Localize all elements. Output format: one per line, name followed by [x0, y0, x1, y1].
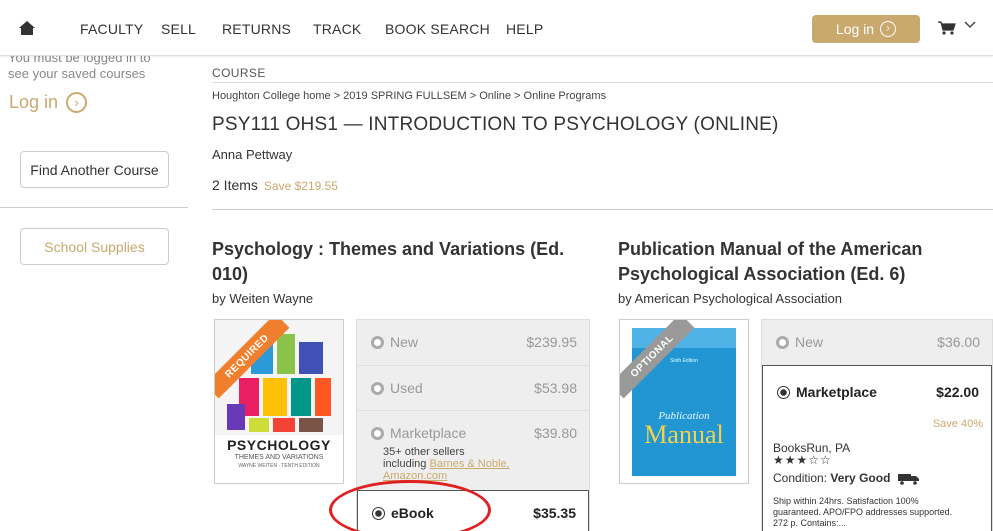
sidebar-login-link[interactable]: Log in ›: [9, 92, 88, 113]
book-title-line: Publication Manual of the American: [618, 239, 923, 259]
nav-returns[interactable]: RETURNS: [222, 21, 291, 37]
condition-line: Condition: Very Good: [773, 471, 920, 485]
radio-button-selected[interactable]: [777, 385, 790, 399]
option-price: $22.00: [936, 384, 979, 400]
breadcrumb[interactable]: Houghton College home > 2019 SPRING FULL…: [212, 90, 606, 102]
description-line: Ship within 24hrs. Satisfaction 100%: [773, 496, 919, 506]
book-cover-frame[interactable]: OPTIONAL Sixth Edition Publication Manua…: [619, 319, 749, 484]
cart-icon[interactable]: [938, 21, 956, 35]
book-title[interactable]: Publication Manual of the American Psych…: [618, 237, 922, 287]
nav-faculty[interactable]: FACULTY: [80, 21, 143, 37]
top-navigation: FACULTY SELL RETURNS TRACK BOOK SEARCH H…: [0, 0, 993, 56]
divider: [212, 82, 993, 83]
arrow-circle-icon: ›: [880, 21, 897, 37]
login-button[interactable]: Log in ›: [812, 15, 920, 43]
option-used[interactable]: Used $53.98: [357, 365, 589, 410]
instructor-name: Anna Pettway: [212, 147, 293, 162]
radio-button[interactable]: [776, 335, 789, 349]
arrow-circle-icon: ›: [66, 92, 88, 113]
book-title-line: 010): [212, 264, 249, 284]
book-title-line: Psychology : Themes and Variations (Ed.: [212, 239, 565, 259]
nav-sell[interactable]: SELL: [161, 21, 196, 37]
nav-help[interactable]: HELP: [506, 21, 543, 37]
description-line: 272 p. Contains:...: [773, 518, 847, 528]
option-new[interactable]: New $239.95: [357, 320, 589, 365]
notice-line-2: see your saved courses: [8, 66, 146, 81]
items-summary: 2 Items Save $219.55: [212, 177, 338, 193]
option-price: $36.00: [937, 334, 980, 350]
section-label: COURSE: [212, 66, 266, 80]
option-name: New: [390, 334, 419, 350]
sidebar-login-label: Log in: [9, 92, 59, 112]
condition-value: Very Good: [830, 471, 891, 485]
option-marketplace[interactable]: Marketplace $22.00 Save 40% BooksRun, PA…: [762, 365, 992, 531]
book-cover-image: [620, 320, 748, 483]
option-name: Used: [390, 380, 423, 396]
seller-list-prefix: including: [383, 458, 430, 470]
option-name: Marketplace: [390, 425, 467, 441]
home-icon[interactable]: [19, 21, 35, 35]
seller-rating: ★★★☆☆: [773, 453, 832, 467]
book-title[interactable]: Psychology : Themes and Variations (Ed. …: [212, 237, 564, 287]
cover-subtitle: THEMES AND VARIATIONS: [234, 454, 324, 461]
highlight-annotation: [329, 480, 491, 531]
seller-count: 35+ other sellers: [383, 446, 465, 458]
book-title-line: Psychological Association (Ed. 6): [618, 264, 906, 284]
school-supplies-button[interactable]: School Supplies: [20, 228, 169, 265]
cover-title: PSYCHOLOGY: [227, 437, 331, 453]
sidebar: You must be logged in to see your saved …: [0, 50, 188, 531]
option-price: $239.95: [526, 334, 577, 350]
option-price: $39.80: [534, 425, 577, 441]
option-name: Marketplace: [796, 384, 877, 400]
seller-link[interactable]: Barnes & Noble,: [429, 458, 509, 470]
find-another-course-button[interactable]: Find Another Course: [20, 151, 169, 188]
option-new[interactable]: New $36.00: [762, 320, 992, 365]
chevron-down-icon[interactable]: [964, 21, 976, 29]
seller-list: including Barnes & Noble,: [383, 458, 510, 470]
page-title: PSY111 OHS1 — INTRODUCTION TO PSYCHOLOGY…: [212, 114, 779, 135]
option-marketplace[interactable]: Marketplace $39.80 35+ other sellers inc…: [357, 410, 589, 490]
items-count: 2 Items: [212, 177, 258, 193]
login-button-label: Log in: [835, 21, 875, 37]
sidebar-divider: [0, 207, 188, 208]
radio-button[interactable]: [371, 335, 384, 349]
option-name: New: [795, 334, 824, 350]
purchase-options: New $36.00 Marketplace $22.00 Save 40% B…: [761, 319, 993, 531]
description-line: guaranteed. APO/FPO addresses supported.: [773, 507, 953, 517]
truck-icon: [897, 473, 919, 485]
cover-author: WAYNE WEITEN · TENTH EDITION: [238, 463, 320, 469]
option-price: $53.98: [534, 380, 577, 396]
save-percent: Save 40%: [932, 418, 983, 430]
divider: [212, 209, 993, 210]
option-price: $35.35: [533, 505, 576, 521]
book-cover-frame[interactable]: REQUIRED PSYCHOLOGY THEMES AND VARIATION…: [214, 319, 344, 484]
condition-label: Condition:: [773, 471, 831, 485]
save-amount: Save $219.55: [263, 179, 338, 193]
cover-title-big: Manual: [644, 420, 724, 449]
listing-description: Ship within 24hrs. Satisfaction 100% gua…: [773, 496, 952, 529]
radio-button[interactable]: [371, 426, 384, 440]
nav-track[interactable]: TRACK: [313, 21, 361, 37]
book-author: by American Psychological Association: [618, 291, 843, 306]
book-author: by Weiten Wayne: [212, 291, 314, 306]
nav-book-search[interactable]: BOOK SEARCH: [385, 21, 490, 37]
radio-button[interactable]: [371, 381, 384, 395]
